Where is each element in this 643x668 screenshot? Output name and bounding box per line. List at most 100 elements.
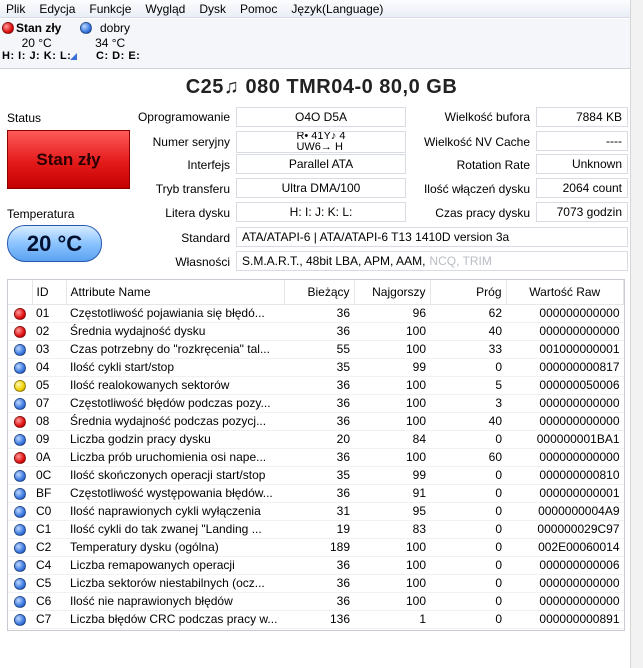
table-row[interactable]: C4 Liczba remapowanych operacji 36 100 0 0000… (8, 556, 624, 575)
row-raw-value: 0000000004A9 (506, 502, 624, 521)
table-row[interactable]: C6 Ilość nie naprawionych błędów 36 100 0 000… (8, 592, 624, 611)
health-blue-icon (14, 505, 26, 518)
menu-funkcje[interactable]: Funkcje (89, 2, 139, 16)
row-threshold: 40 (430, 412, 506, 431)
row-attribute-name: Liczba remapowanych operacji (66, 556, 284, 575)
table-row[interactable]: C1 Ilość cykli do tak zwanej "Landing ...… (8, 520, 624, 539)
row-threshold: 0 (430, 466, 506, 485)
health-red-icon (14, 307, 26, 320)
table-row[interactable]: 0C Ilość skończonych operacji start/stop 3… (8, 466, 624, 485)
table-row[interactable]: 08 Średnia wydajność podczas pozycj... 36 1… (8, 412, 624, 431)
row-attribute-name: Częstotliwość występowania błędów... (66, 484, 284, 503)
table-row[interactable]: 01 Częstotliwość pojawiania się błędó... 3… (8, 304, 624, 323)
health-red-icon (2, 22, 14, 34)
row-worst: 99 (354, 358, 430, 377)
row-raw-value: 000000000891 (506, 610, 624, 629)
table-row[interactable]: C0 Ilość naprawionych cykli wyłączenia 31 9… (8, 502, 624, 521)
row-threshold: 0 (430, 484, 506, 503)
menu-edycja[interactable]: Edycja (39, 2, 83, 16)
header-threshold[interactable]: Próg (430, 280, 507, 305)
row-worst: 99 (354, 466, 430, 485)
table-row[interactable]: 09 Liczba godzin pracy dysku 20 84 0 00000000… (8, 430, 624, 449)
row-id: 09 (32, 430, 66, 449)
header-worst[interactable]: Najgorszy (354, 280, 431, 305)
row-threshold: 0 (430, 520, 506, 539)
health-status-button[interactable]: Stan zły (7, 130, 130, 189)
row-worst: 100 (354, 376, 430, 395)
header-current[interactable]: Bieżący (284, 280, 355, 305)
menu-pomoc[interactable]: Pomoc (240, 2, 285, 16)
table-row[interactable]: 07 Częstotliwość błędów podczas pozy... 36… (8, 394, 624, 413)
smart-attribute-table[interactable]: ID Attribute Name Bieżący Najgorszy Próg… (7, 279, 625, 631)
row-current: 36 (284, 484, 354, 503)
table-row[interactable]: C7 Liczba błędów CRC podczas pracy w... 13… (8, 610, 624, 629)
row-status-icon (8, 412, 32, 431)
row-status-icon (8, 610, 32, 629)
rotation-rate-value: Unknown (536, 154, 628, 174)
drive-letters: C: D: E: (96, 50, 141, 62)
row-attribute-name: Temperatury dysku (ogólna) (66, 538, 284, 557)
row-raw-value: 000000000000 (506, 412, 624, 431)
row-threshold: 0 (430, 574, 506, 593)
row-current: 35 (284, 358, 354, 377)
row-id: C4 (32, 556, 66, 575)
health-yellow-icon (14, 379, 26, 392)
transfer-mode-label: Tryb transferu (155, 182, 230, 196)
row-status-icon (8, 394, 32, 413)
header-id[interactable]: ID (32, 280, 67, 305)
row-attribute-name: Liczba błędów CRC podczas pracy w... (66, 610, 284, 629)
row-id: C1 (32, 520, 66, 539)
row-attribute-name: Ilość cykli do tak zwanej "Landing ... (66, 520, 284, 539)
menu-dysk[interactable]: Dysk (199, 2, 234, 16)
table-row[interactable]: 02 Średnia wydajność dysku 36 100 40 00000000… (8, 322, 624, 341)
row-worst: 100 (354, 592, 430, 611)
row-raw-value: 000000000000 (506, 574, 624, 593)
row-status-icon (8, 430, 32, 449)
drive-button-2[interactable]: dobry 34 °C C: D: E: (80, 21, 140, 62)
drive-button-1[interactable]: Stan zły 20 °C H: I: J: K: L: (2, 21, 71, 62)
row-current: 19 (284, 520, 354, 539)
row-raw-value: 000000029C97 (506, 520, 624, 539)
row-raw-value: 000000000000 (506, 322, 624, 341)
row-attribute-name: Liczba godzin pracy dysku (66, 430, 284, 449)
row-current: 55 (284, 340, 354, 359)
row-attribute-name: Liczba prób uruchomienia osi nape... (66, 448, 284, 467)
row-threshold: 40 (430, 322, 506, 341)
row-current: 36 (284, 304, 354, 323)
row-raw-value: 000000001BA1 (506, 430, 624, 449)
power-count-value: 2064 count (536, 178, 628, 198)
window-scrollbar[interactable] (630, 0, 643, 668)
menu-wyglad[interactable]: Wygląd (145, 2, 193, 16)
row-worst: 1 (354, 610, 430, 629)
row-id: 02 (32, 322, 66, 341)
row-raw-value: 001000000001 (506, 340, 624, 359)
row-id: 07 (32, 394, 66, 413)
row-attribute-name: Ilość cykli start/stop (66, 358, 284, 377)
row-attribute-name: Częstotliwość pojawiania się błędó... (66, 304, 284, 323)
header-raw-value[interactable]: Wartość Raw (506, 280, 624, 305)
features-label: Własności (175, 255, 230, 269)
row-worst: 100 (354, 448, 430, 467)
table-row[interactable]: C5 Liczba sektorów niestabilnych (ocz... 3… (8, 574, 624, 593)
firmware-label: Oprogramowanie (137, 110, 230, 124)
menu-plik[interactable]: Plik (6, 2, 33, 16)
table-header-row: ID Attribute Name Bieżący Najgorszy Próg… (8, 280, 624, 305)
row-status-icon (8, 304, 32, 323)
health-blue-icon (14, 487, 26, 500)
table-row[interactable]: 05 Ilość realokowanych sektorów 36 100 5 0000… (8, 376, 624, 395)
table-row[interactable]: 0A Liczba prób uruchomienia osi nape... 36… (8, 448, 624, 467)
menu-jezyk[interactable]: Język(Language) (291, 2, 391, 16)
header-status[interactable] (8, 280, 33, 305)
table-row[interactable]: C2 Temperatury dysku (ogólna) 189 100 0 002E0… (8, 538, 624, 557)
table-row[interactable]: BF Częstotliwość występowania błędów... 36… (8, 484, 624, 503)
row-id: C6 (32, 592, 66, 611)
row-worst: 100 (354, 538, 430, 557)
temperature-badge[interactable]: 20 °C (7, 225, 102, 262)
table-row[interactable]: 04 Ilość cykli start/stop 35 99 0 00000000081… (8, 358, 624, 377)
row-raw-value: 000000000810 (506, 466, 624, 485)
header-attribute-name[interactable]: Attribute Name (66, 280, 285, 305)
health-blue-icon (14, 397, 26, 410)
table-row[interactable]: 03 Czas potrzebny do "rozkręcenia" tal...… (8, 340, 624, 359)
health-blue-icon (14, 523, 26, 536)
health-blue-icon (14, 469, 26, 482)
